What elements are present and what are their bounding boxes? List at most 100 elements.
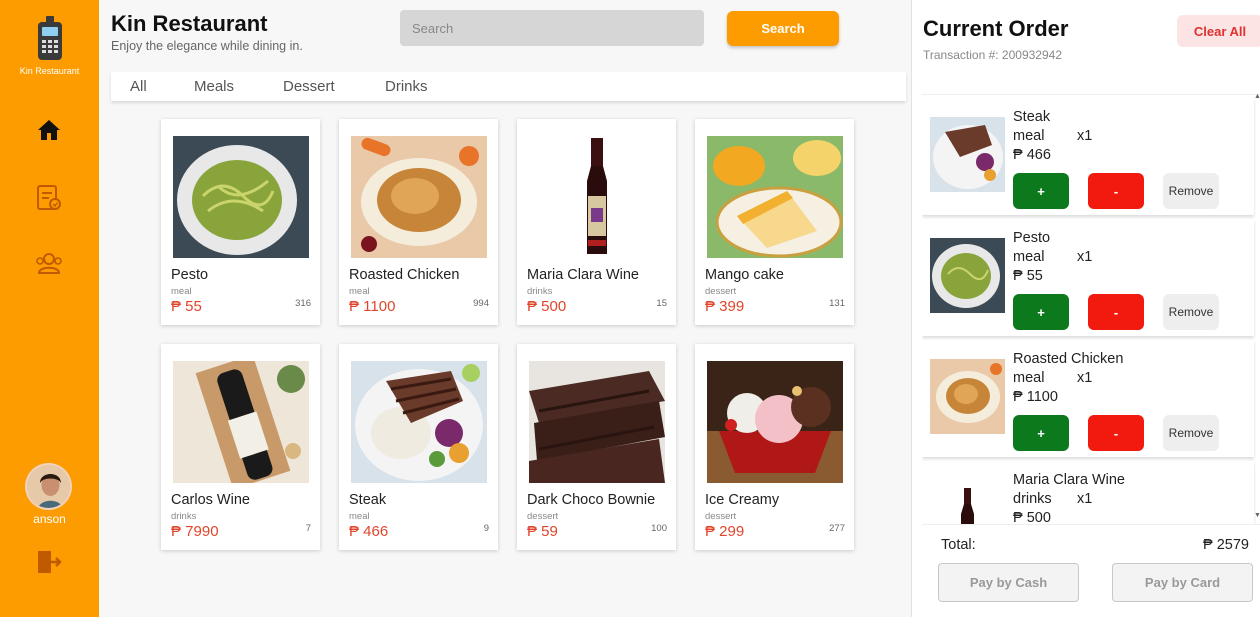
order-item-name: Maria Clara Wine bbox=[1013, 472, 1125, 488]
product-card[interactable]: Dark Choco Bownie dessert ₱ 59 100 bbox=[517, 344, 676, 550]
order-item-image bbox=[930, 480, 1005, 524]
clear-all-button[interactable]: Clear All bbox=[1177, 15, 1260, 47]
product-category: meal bbox=[349, 511, 370, 522]
logout-icon[interactable] bbox=[34, 547, 64, 577]
product-image bbox=[351, 136, 487, 258]
order-list[interactable]: Steak meal x1 ₱ 466 + - Remove Pesto mea… bbox=[922, 94, 1260, 525]
product-stock: 9 bbox=[483, 523, 489, 534]
product-name: Roasted Chicken bbox=[349, 267, 460, 283]
product-price: ₱ 1100 bbox=[349, 298, 396, 315]
total-value: ₱ 2579 bbox=[1203, 537, 1249, 553]
product-category: dessert bbox=[705, 511, 737, 522]
product-category: drinks bbox=[527, 286, 553, 297]
product-name: Maria Clara Wine bbox=[527, 267, 639, 283]
order-item-image bbox=[930, 117, 1005, 192]
product-category: drinks bbox=[171, 511, 197, 522]
order-item-name: Pesto bbox=[1013, 230, 1051, 246]
search-input[interactable] bbox=[400, 10, 704, 46]
product-stock: 994 bbox=[473, 298, 489, 309]
increase-qty-button[interactable]: + bbox=[1013, 415, 1069, 451]
order-item-name: Steak bbox=[1013, 109, 1051, 125]
product-category: meal bbox=[349, 286, 370, 297]
user-name: anson bbox=[33, 512, 66, 526]
scroll-up-icon[interactable]: ▲ bbox=[1254, 93, 1260, 100]
product-stock: 131 bbox=[829, 298, 845, 309]
total-label: Total: bbox=[941, 537, 976, 553]
home-icon[interactable] bbox=[34, 115, 64, 145]
order-item-name: Roasted Chicken bbox=[1013, 351, 1124, 367]
pos-terminal-icon bbox=[35, 16, 65, 62]
product-name: Dark Choco Bownie bbox=[527, 492, 656, 508]
product-image bbox=[529, 136, 665, 258]
avatar[interactable] bbox=[25, 463, 72, 510]
product-card[interactable]: Mango cake dessert ₱ 399 131 bbox=[695, 119, 854, 325]
increase-qty-button[interactable]: + bbox=[1013, 173, 1069, 209]
transaction-number: Transaction #: 200932942 bbox=[923, 48, 1062, 62]
product-stock: 7 bbox=[305, 523, 311, 534]
order-item-price: ₱ 500 bbox=[1013, 510, 1051, 525]
order-item-category: meal bbox=[1013, 128, 1045, 144]
product-image bbox=[707, 136, 843, 258]
order-item-qty: x1 bbox=[1077, 491, 1093, 507]
product-name: Pesto bbox=[171, 267, 209, 283]
product-name: Ice Creamy bbox=[705, 492, 780, 508]
product-card[interactable]: Pesto meal ₱ 55 316 bbox=[161, 119, 320, 325]
product-category: meal bbox=[171, 286, 192, 297]
order-item-qty: x1 bbox=[1077, 249, 1093, 265]
sidebar: Kin Restaurant anson bbox=[0, 0, 99, 617]
tab-meals[interactable]: Meals bbox=[194, 78, 234, 95]
order-item: Pesto meal x1 ₱ 55 + - Remove bbox=[922, 219, 1254, 336]
page-title: Kin Restaurant bbox=[111, 11, 268, 36]
tab-drinks[interactable]: Drinks bbox=[385, 78, 428, 95]
decrease-qty-button[interactable]: - bbox=[1088, 173, 1144, 209]
product-image bbox=[529, 361, 665, 483]
decrease-qty-button[interactable]: - bbox=[1088, 415, 1144, 451]
order-list-scrollbar[interactable]: ▲ ▼ bbox=[1254, 93, 1260, 525]
product-stock: 15 bbox=[656, 298, 667, 309]
product-image bbox=[173, 361, 309, 483]
product-stock: 277 bbox=[829, 523, 845, 534]
scroll-down-icon[interactable]: ▼ bbox=[1254, 512, 1260, 519]
order-item: Steak meal x1 ₱ 466 + - Remove bbox=[922, 98, 1254, 215]
order-item-price: ₱ 1100 bbox=[1013, 389, 1058, 405]
tab-all[interactable]: All bbox=[130, 78, 147, 95]
order-item-category: drinks bbox=[1013, 491, 1052, 507]
product-category: dessert bbox=[527, 511, 559, 522]
product-image bbox=[173, 136, 309, 258]
category-tabs: All Meals Dessert Drinks bbox=[111, 72, 906, 101]
order-item-category: meal bbox=[1013, 370, 1045, 386]
product-card[interactable]: Ice Creamy dessert ₱ 299 277 bbox=[695, 344, 854, 550]
remove-item-button[interactable]: Remove bbox=[1163, 173, 1219, 209]
order-item-price: ₱ 466 bbox=[1013, 147, 1051, 163]
product-image bbox=[351, 361, 487, 483]
pay-by-card-button[interactable]: Pay by Card bbox=[1112, 563, 1253, 602]
search-button[interactable]: Search bbox=[727, 11, 839, 46]
order-item: Maria Clara Wine drinks x1 ₱ 500 + - Rem… bbox=[922, 461, 1254, 525]
tab-dessert[interactable]: Dessert bbox=[283, 78, 335, 95]
users-icon[interactable] bbox=[34, 248, 64, 278]
product-name: Mango cake bbox=[705, 267, 784, 283]
increase-qty-button[interactable]: + bbox=[1013, 294, 1069, 330]
product-price: ₱ 466 bbox=[349, 523, 389, 540]
product-card[interactable]: Steak meal ₱ 466 9 bbox=[339, 344, 498, 550]
order-panel: Current Order Transaction #: 200932942 C… bbox=[911, 0, 1260, 617]
product-card[interactable]: Maria Clara Wine drinks ₱ 500 15 bbox=[517, 119, 676, 325]
product-card[interactable]: Carlos Wine drinks ₱ 7990 7 bbox=[161, 344, 320, 550]
orders-icon[interactable] bbox=[34, 183, 64, 213]
product-name: Carlos Wine bbox=[171, 492, 250, 508]
product-category: dessert bbox=[705, 286, 737, 297]
order-item-image bbox=[930, 238, 1005, 313]
product-price: ₱ 500 bbox=[527, 298, 567, 315]
brand-label: Kin Restaurant bbox=[19, 66, 80, 76]
remove-item-button[interactable]: Remove bbox=[1163, 294, 1219, 330]
brand-logo: Kin Restaurant bbox=[0, 16, 99, 76]
product-price: ₱ 59 bbox=[527, 523, 558, 540]
order-title: Current Order bbox=[923, 16, 1069, 41]
decrease-qty-button[interactable]: - bbox=[1088, 294, 1144, 330]
product-name: Steak bbox=[349, 492, 387, 508]
remove-item-button[interactable]: Remove bbox=[1163, 415, 1219, 451]
order-item-price: ₱ 55 bbox=[1013, 268, 1043, 284]
pay-by-cash-button[interactable]: Pay by Cash bbox=[938, 563, 1079, 602]
page-subtitle: Enjoy the elegance while dining in. bbox=[111, 39, 303, 53]
product-card[interactable]: Roasted Chicken meal ₱ 1100 994 bbox=[339, 119, 498, 325]
